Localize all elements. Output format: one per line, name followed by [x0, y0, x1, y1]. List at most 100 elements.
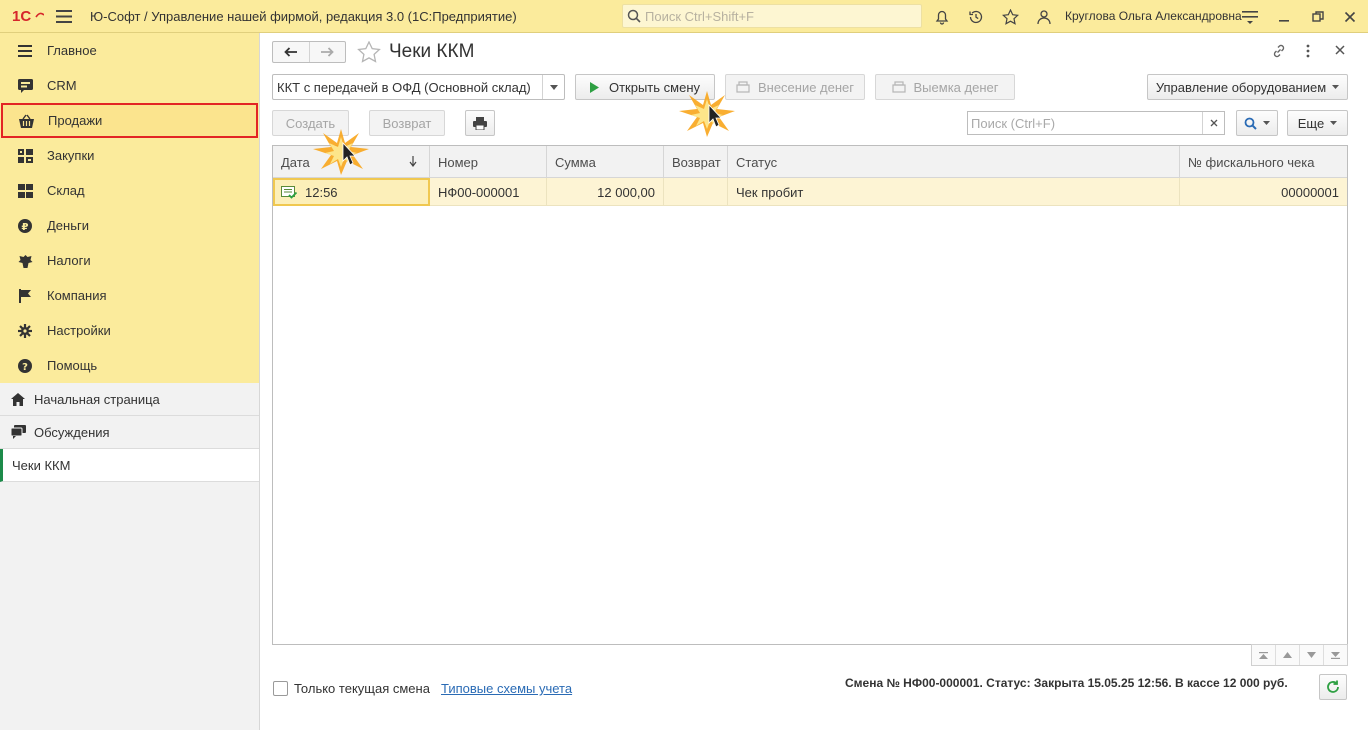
column-header-date[interactable]: Дата [273, 146, 430, 178]
more-button[interactable]: Еще [1287, 110, 1348, 136]
shift-status-text: Смена № НФ00-000001. Статус: Закрыта 15.… [845, 676, 1288, 690]
open-window-label: Чеки ККМ [12, 457, 71, 473]
column-header-return[interactable]: Возврат [664, 146, 728, 178]
svg-text:₽: ₽ [22, 222, 29, 233]
section-money[interactable]: ₽ Деньги [0, 208, 259, 243]
back-button[interactable] [273, 42, 309, 62]
section-label: Компания [47, 288, 107, 303]
cell-fiscal-number[interactable]: 00000001 [1180, 178, 1347, 206]
refresh-button[interactable] [1319, 674, 1347, 700]
chevron-down-icon[interactable] [542, 75, 564, 99]
chevron-down-icon [1332, 85, 1340, 89]
deposit-money-button[interactable]: Внесение денег [725, 74, 865, 100]
add-to-favorites-icon[interactable] [357, 41, 381, 63]
svg-text:1С: 1С [12, 8, 31, 24]
list-search-input[interactable]: Поиск (Ctrl+F) [967, 111, 1225, 135]
nav-label: Обсуждения [34, 424, 110, 440]
open-shift-label: Открыть смену [608, 79, 700, 95]
section-main[interactable]: Главное [0, 33, 259, 68]
column-header-label: Статус [736, 154, 778, 170]
scroll-down-icon[interactable] [1299, 645, 1323, 665]
1c-logo-icon[interactable]: 1С [12, 8, 44, 24]
section-sales[interactable]: Продажи [1, 103, 258, 138]
restore-window-icon[interactable] [1308, 7, 1328, 27]
clear-search-icon[interactable] [1202, 112, 1224, 134]
svg-text:?: ? [22, 362, 28, 373]
create-label: Создать [285, 115, 336, 131]
cell-number[interactable]: НФ00-000001 [430, 178, 547, 206]
flag-icon [17, 288, 33, 304]
cell-sum[interactable]: 12 000,00 [547, 178, 664, 206]
section-company[interactable]: Компания [0, 278, 259, 313]
printer-icon [473, 116, 487, 130]
scroll-up-icon[interactable] [1275, 645, 1299, 665]
section-settings[interactable]: Настройки [0, 313, 259, 348]
section-taxes[interactable]: Налоги [0, 243, 259, 278]
nav-label: Начальная страница [34, 391, 160, 407]
sort-down-icon [409, 156, 417, 167]
accounting-schemes-link[interactable]: Типовые схемы учета [441, 681, 572, 696]
table-header: Дата Номер Сумма Возврат Статус № фискал… [273, 146, 1347, 178]
return-button[interactable]: Возврат [369, 110, 445, 136]
section-label: Продажи [48, 113, 103, 128]
basket-icon [18, 113, 34, 129]
user-icon[interactable] [1034, 7, 1054, 27]
cell-date-value: 12:56 [305, 184, 338, 200]
open-window-receipts[interactable]: Чеки ККМ [0, 449, 259, 482]
table-scroll-controls [1251, 644, 1348, 666]
cash-register-value: ККТ с передачей в ОФД (Основной склад) [277, 79, 531, 95]
section-warehouse[interactable]: Склад [0, 173, 259, 208]
current-shift-only-checkbox[interactable] [273, 681, 288, 696]
more-actions-icon[interactable] [1305, 43, 1311, 59]
search-options-button[interactable] [1236, 110, 1278, 136]
column-header-status[interactable]: Статус [728, 146, 1180, 178]
user-name[interactable]: Круглова Ольга Александровна [1065, 9, 1242, 23]
gear-icon [17, 323, 33, 339]
column-header-label: Номер [438, 154, 479, 170]
sections-panel: Главное CRM Продажи Закупки Склад ₽ День… [0, 33, 259, 383]
history-icon[interactable] [966, 7, 986, 27]
forward-button[interactable] [308, 42, 346, 62]
scroll-to-top-icon[interactable] [1252, 645, 1275, 665]
cell-status[interactable]: Чек пробит [728, 178, 1180, 206]
create-button[interactable]: Создать [272, 110, 349, 136]
open-shift-button[interactable]: Открыть смену [575, 74, 715, 100]
receipts-table[interactable]: Дата Номер Сумма Возврат Статус № фискал… [272, 145, 1348, 645]
history-nav [272, 41, 346, 63]
withdraw-money-button[interactable]: Выемка денег [875, 74, 1015, 100]
scroll-to-bottom-icon[interactable] [1323, 645, 1347, 665]
equipment-management-button[interactable]: Управление оборудованием [1147, 74, 1348, 100]
settings-lines-icon[interactable] [1240, 7, 1260, 27]
cell-return[interactable] [664, 178, 728, 206]
menu-lines-icon [17, 43, 33, 59]
nav-discussions[interactable]: Обсуждения [0, 416, 259, 449]
cash-register-select[interactable]: ККТ с передачей в ОФД (Основной склад) [272, 74, 565, 100]
section-purchases[interactable]: Закупки [0, 138, 259, 173]
favorites-star-icon[interactable] [1000, 7, 1020, 27]
close-form-icon[interactable] [1335, 45, 1345, 55]
global-search-input[interactable]: Поиск Ctrl+Shift+F [622, 4, 922, 28]
minimize-icon[interactable] [1274, 7, 1294, 27]
table-row[interactable]: 12:56 НФ00-000001 12 000,00 Чек пробит 0… [273, 178, 1347, 206]
current-shift-only-label[interactable]: Только текущая смена [294, 681, 430, 696]
link-icon[interactable] [1271, 43, 1287, 59]
column-header-fiscal-number[interactable]: № фискального чека [1180, 146, 1347, 178]
print-button[interactable] [465, 110, 495, 136]
chevron-down-icon [1330, 121, 1338, 125]
section-label: CRM [47, 78, 77, 93]
section-label: Склад [47, 183, 85, 198]
column-header-sum[interactable]: Сумма [547, 146, 664, 178]
global-search-placeholder: Поиск Ctrl+Shift+F [645, 8, 754, 24]
close-window-icon[interactable] [1340, 7, 1360, 27]
nav-home-page[interactable]: Начальная страница [0, 383, 259, 416]
main-menu-icon[interactable] [56, 10, 72, 23]
cash-register-deposit-icon [736, 81, 750, 93]
section-crm[interactable]: CRM [0, 68, 259, 103]
form-title: Чеки ККМ [389, 41, 475, 62]
top-bar: 1С Ю-Софт / Управление нашей фирмой, ред… [0, 0, 1368, 33]
cell-date[interactable]: 12:56 [273, 178, 430, 206]
bell-icon[interactable] [932, 7, 952, 27]
column-header-number[interactable]: Номер [430, 146, 547, 178]
section-help[interactable]: ? Помощь [0, 348, 259, 383]
section-label: Главное [47, 43, 97, 58]
